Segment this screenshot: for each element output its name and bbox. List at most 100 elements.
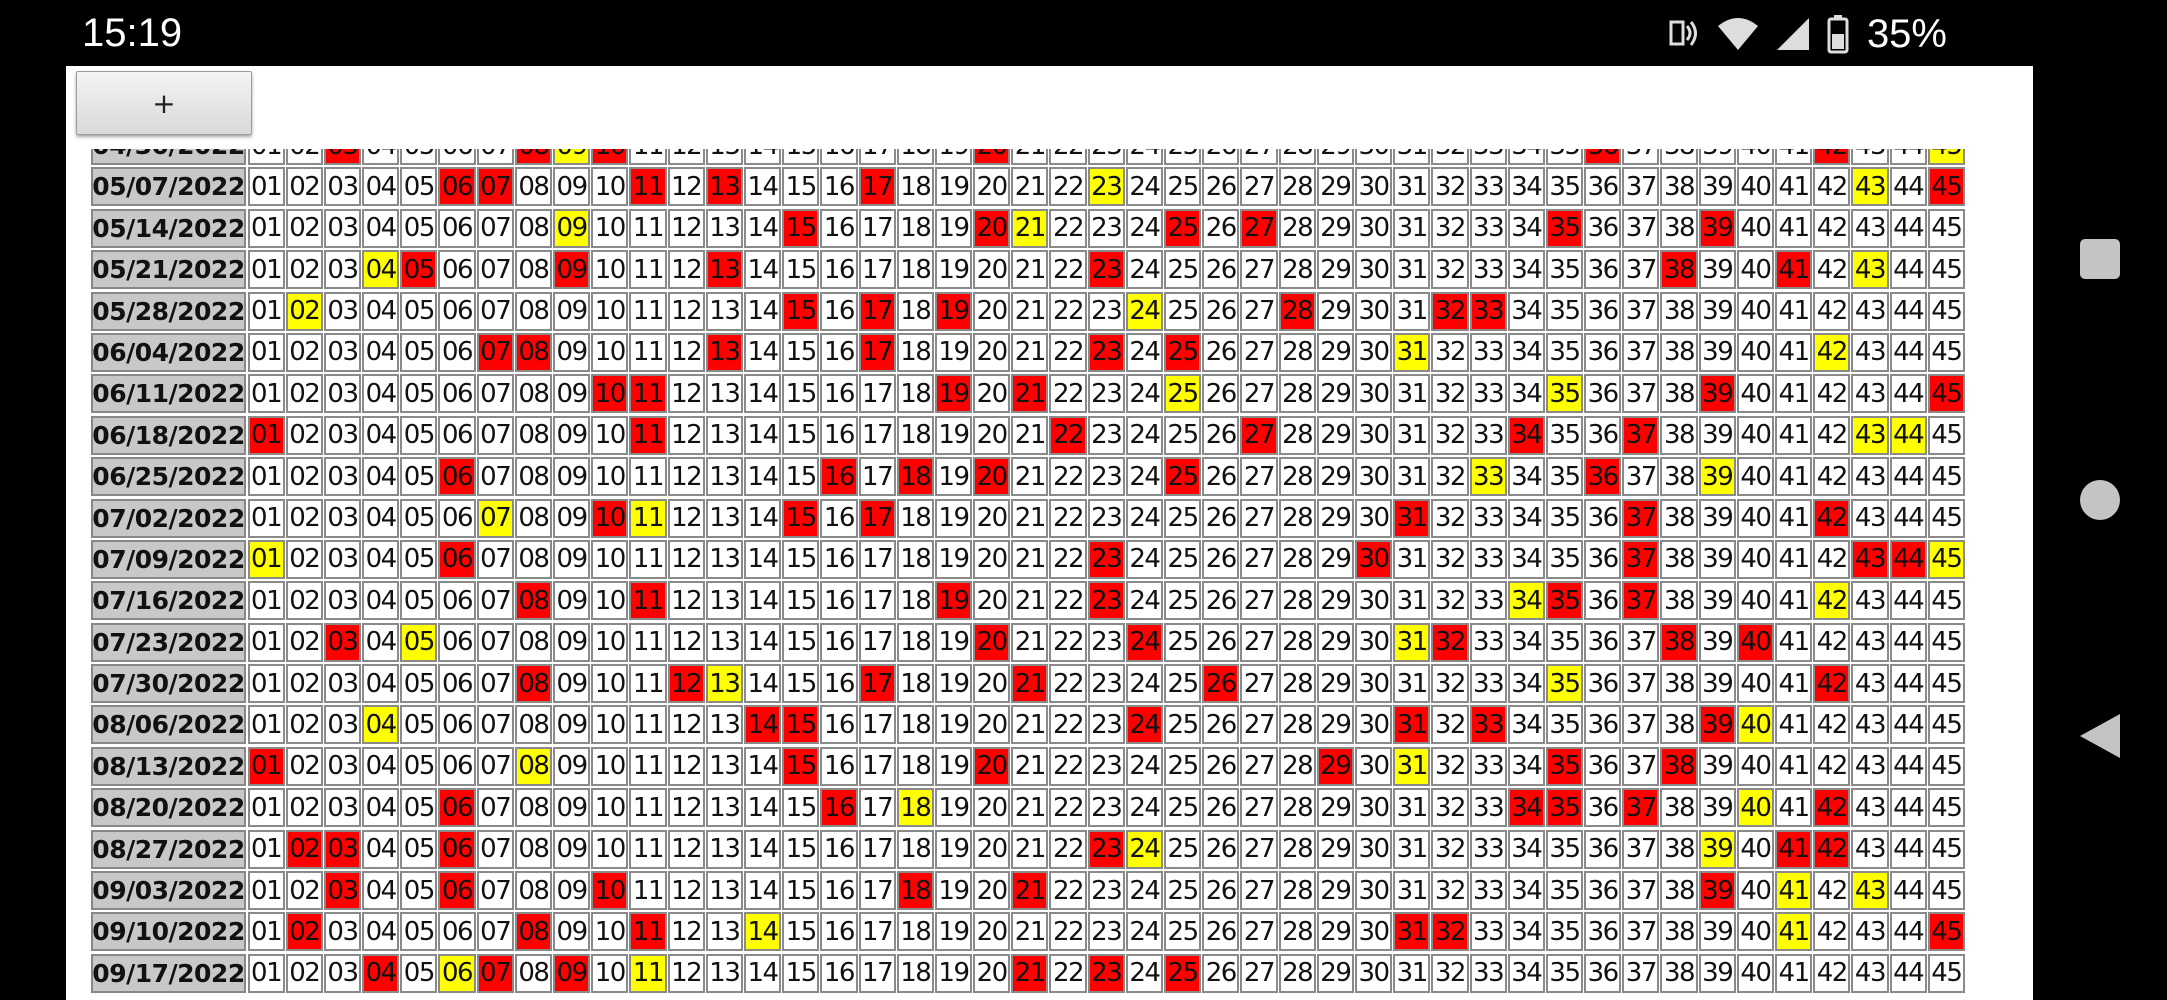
number-cell: 29: [1316, 581, 1354, 621]
number-cell: 26: [1202, 829, 1240, 869]
number-cell: 11: [629, 149, 667, 165]
number-cell: 23: [1087, 457, 1125, 497]
number-cell: 16: [820, 250, 858, 290]
draw-date: 07/09/2022: [91, 539, 246, 579]
number-cell: 26: [1202, 457, 1240, 497]
number-cell: 39: [1698, 539, 1736, 579]
number-cell: 29: [1316, 912, 1354, 952]
number-cell: 44: [1889, 167, 1927, 207]
number-cell: 42: [1813, 457, 1851, 497]
number-cell: 21: [1011, 167, 1049, 207]
number-cell: 12: [667, 415, 705, 455]
draw-grid: 04/30/2022010203040506070809101112131415…: [90, 149, 1965, 994]
number-cell: 01: [247, 498, 285, 538]
number-cell: 07: [476, 788, 514, 828]
number-cell: 30: [1354, 581, 1393, 621]
number-cell: 17: [858, 332, 896, 372]
number-cell: 04: [362, 415, 400, 455]
number-cell: 40: [1736, 167, 1774, 207]
number-cell: 06: [438, 291, 476, 331]
number-cell: 41: [1775, 208, 1813, 248]
number-cell: 42: [1813, 167, 1851, 207]
number-cell: 08: [514, 167, 552, 207]
number-cell: 19: [934, 149, 973, 165]
number-cell: 28: [1278, 167, 1316, 207]
number-cell: 34: [1507, 622, 1545, 662]
number-cell: 39: [1698, 912, 1736, 952]
number-cell: 10: [591, 415, 629, 455]
number-cell: 29: [1316, 457, 1354, 497]
number-cell: 08: [514, 746, 552, 786]
number-cell: 33: [1469, 664, 1507, 704]
number-cell: 02: [285, 705, 323, 745]
number-cell: 06: [438, 374, 476, 414]
number-cell: 31: [1393, 498, 1431, 538]
draw-date: 08/13/2022: [91, 746, 246, 786]
number-cell: 21: [1011, 374, 1049, 414]
draw-date: 05/14/2022: [91, 208, 246, 248]
number-cell: 45: [1927, 167, 1965, 207]
number-cell: 09: [553, 374, 591, 414]
number-cell: 25: [1164, 149, 1202, 165]
number-cell: 33: [1469, 622, 1507, 662]
number-cell: 37: [1622, 871, 1660, 911]
number-cell: 27: [1240, 291, 1278, 331]
number-cell: 27: [1240, 622, 1278, 662]
number-cell: 24: [1125, 664, 1163, 704]
number-cell: 17: [858, 539, 896, 579]
number-cell: 39: [1698, 208, 1736, 248]
number-cell: 08: [514, 498, 552, 538]
number-cell: 11: [629, 208, 667, 248]
number-cell: 18: [896, 457, 934, 497]
number-cell: 36: [1584, 539, 1622, 579]
number-cell: 35: [1545, 415, 1584, 455]
number-cell: 39: [1698, 622, 1736, 662]
number-cell: 37: [1622, 912, 1660, 952]
number-cell: 20: [973, 539, 1011, 579]
number-cell: 18: [896, 149, 934, 165]
number-cell: 14: [743, 332, 782, 372]
back-icon[interactable]: [2080, 714, 2120, 758]
number-cell: 32: [1431, 374, 1469, 414]
number-cell: 19: [934, 457, 973, 497]
number-cell: 39: [1698, 374, 1736, 414]
draw-history-table[interactable]: 04/30/2022010203040506070809101112131415…: [90, 149, 2033, 1000]
number-cell: 08: [514, 457, 552, 497]
number-cell: 05: [400, 208, 438, 248]
number-cell: 18: [896, 581, 934, 621]
number-cell: 11: [629, 746, 667, 786]
number-cell: 31: [1393, 208, 1431, 248]
number-cell: 16: [820, 374, 858, 414]
number-cell: 03: [323, 291, 362, 331]
number-cell: 34: [1507, 746, 1545, 786]
number-cell: 32: [1431, 250, 1469, 290]
number-cell: 44: [1889, 332, 1927, 372]
number-cell: 27: [1240, 829, 1278, 869]
number-cell: 45: [1927, 829, 1965, 869]
number-cell: 40: [1736, 581, 1774, 621]
number-cell: 15: [782, 871, 820, 911]
home-icon[interactable]: [2080, 480, 2120, 520]
number-cell: 28: [1278, 374, 1316, 414]
recents-icon[interactable]: [2080, 239, 2120, 279]
number-cell: 26: [1202, 374, 1240, 414]
number-cell: 17: [858, 788, 896, 828]
number-cell: 06: [438, 829, 476, 869]
number-cell: 19: [934, 167, 973, 207]
number-cell: 05: [400, 664, 438, 704]
number-cell: 22: [1049, 457, 1087, 497]
number-cell: 45: [1927, 457, 1965, 497]
add-button[interactable]: +: [76, 71, 252, 135]
number-cell: 20: [973, 457, 1011, 497]
number-cell: 20: [973, 167, 1011, 207]
number-cell: 05: [400, 871, 438, 911]
number-cell: 12: [667, 705, 705, 745]
number-cell: 17: [858, 457, 896, 497]
number-cell: 40: [1736, 912, 1774, 952]
number-cell: 23: [1087, 788, 1125, 828]
number-cell: 31: [1393, 291, 1431, 331]
number-cell: 13: [705, 167, 743, 207]
number-cell: 21: [1011, 149, 1049, 165]
draw-row: 07/02/2022 01 02 03 04 05 06 07 08 09 10 11 12 13 14 15…: [90, 498, 1965, 539]
number-cell: 10: [591, 332, 629, 372]
